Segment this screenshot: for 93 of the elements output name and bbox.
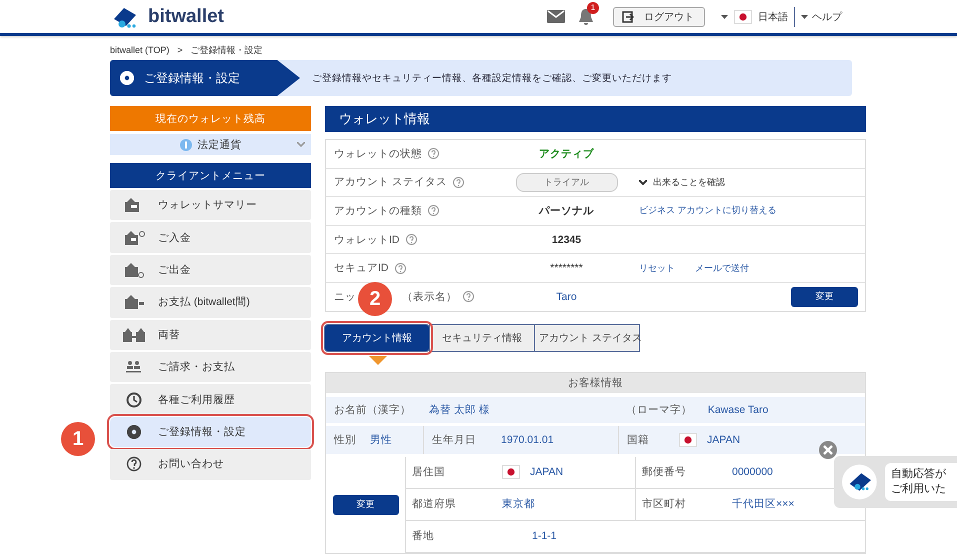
field-value: 東京都 (502, 497, 535, 512)
field-value: 1-1-1 (532, 530, 557, 542)
step-marker: 2 (358, 282, 392, 316)
japan-flag-icon (734, 10, 752, 24)
field-label: ニッ (334, 290, 356, 304)
field-label: 郵便番号 (642, 465, 687, 480)
sidebar-item[interactable]: ご登録情報・設定 (110, 416, 311, 448)
field-value: ******** (550, 262, 583, 274)
mail-icon[interactable] (547, 10, 565, 23)
field-value: JAPAN (530, 466, 564, 478)
field-value: 千代田区××× (732, 497, 794, 512)
sidebar-item[interactable]: ウォレットサマリー (110, 190, 311, 220)
wallet-icon (123, 262, 145, 278)
field-value: JAPAN (707, 434, 740, 446)
field-label: アカウント ステイタス (334, 175, 447, 190)
help-icon (452, 176, 464, 188)
field-label: 市区町村 (642, 497, 687, 512)
breadcrumb-link[interactable]: bitwallet (TOP) (110, 45, 170, 55)
logo-text: bitwallet (148, 6, 224, 28)
help-menu[interactable]: ヘルプ (801, 10, 842, 24)
field-value: 男性 (370, 432, 392, 447)
japan-flag-icon (502, 465, 520, 480)
language-selector[interactable]: 日本語 (721, 10, 788, 24)
sidebar-item[interactable]: ご入金 (110, 222, 311, 253)
field-label: 居住国 (412, 465, 446, 480)
sidebar-item[interactable]: ご請求・お支払 (110, 352, 311, 382)
wallet-icon (123, 294, 145, 310)
chevron-icon (297, 142, 305, 147)
help-icon (406, 234, 416, 246)
section-header: お客様情報 (326, 372, 865, 393)
balance-header: 現在のウォレット残高 (110, 106, 311, 131)
field-value: 0000000 (732, 466, 773, 478)
close-icon[interactable] (818, 440, 838, 460)
status-value: アクティブ (539, 146, 594, 161)
help-icon (463, 291, 474, 302)
field-value: 為替 太郎 様 (429, 402, 490, 417)
chat-avatar-icon (842, 464, 877, 500)
tab[interactable]: セキュリティ情報 (429, 324, 535, 352)
field-label: （ローマ字） (626, 402, 693, 417)
section-title: ウォレット情報 (325, 106, 866, 132)
help-icon (428, 148, 439, 160)
sidebar-item[interactable]: お支払 (bitwallet間) (110, 287, 311, 318)
nickname-link[interactable]: Taro (556, 290, 577, 303)
field-label: ウォレットID (334, 232, 400, 247)
field-value: 1970.01.01 (501, 434, 554, 446)
currency-dropdown[interactable]: 法定通貨 (110, 134, 311, 155)
menu-header: クライアントメニュー (110, 163, 311, 188)
field-label: お名前（漢字） (334, 402, 412, 417)
text-link[interactable]: ビジネス アカウントに切り替える (639, 204, 777, 218)
text-link[interactable]: メールで送付 (695, 262, 749, 275)
logout-icon (622, 10, 634, 22)
expand-toggle[interactable]: 出来ることを確認 (639, 176, 725, 189)
field-label: ウォレットの状態 (334, 146, 422, 161)
chat-text: 自動応答が (890, 467, 947, 482)
caret-icon (801, 14, 808, 18)
wallet-icon (123, 230, 145, 246)
field-label: 都道府県 (412, 497, 457, 512)
field-label: 国籍 (627, 432, 649, 447)
breadcrumb-current: ご登録情報・設定 (190, 44, 263, 56)
logout-button[interactable]: ログアウト (613, 6, 705, 26)
field-value: 12345 (552, 234, 582, 246)
sidebar-item[interactable]: 両替 (110, 320, 311, 350)
page-description: ご登録情報やセキュリティー情報、各種設定情報をご確認、ご変更いただけます (312, 72, 672, 86)
japan-flag-icon (679, 432, 697, 447)
field-label: 生年月日 (432, 432, 476, 447)
notification-badge: 1 (587, 2, 599, 14)
tab[interactable]: アカウント情報 (324, 324, 430, 352)
sidebar-item[interactable]: お問い合わせ (110, 449, 311, 480)
wallets-icon (123, 326, 145, 343)
help-icon (428, 205, 439, 216)
caret-icon (721, 14, 728, 18)
field-value: パーソナル (539, 204, 594, 218)
breadcrumb-separator: > (177, 45, 183, 55)
text-link[interactable]: リセット (639, 262, 675, 275)
field-label: アカウントの種類 (334, 204, 422, 218)
field-label: （表示名） (402, 290, 457, 304)
chevron-icon (639, 180, 647, 185)
field-label: 性別 (334, 432, 356, 447)
chat-text: ご利用いた (890, 482, 947, 497)
settings-icon (120, 71, 134, 85)
change-button[interactable]: 変更 (332, 494, 398, 515)
change-button[interactable]: 変更 (791, 286, 858, 307)
status-pill: トライアル (516, 172, 618, 192)
field-value: Kawase Taro (708, 404, 768, 416)
step-marker: 1 (61, 422, 95, 456)
pointer-icon (369, 356, 387, 365)
field-label: 番地 (412, 529, 435, 544)
help-icon (394, 262, 406, 274)
sidebar-item[interactable]: ご出金 (110, 254, 311, 286)
dollar-icon (180, 138, 192, 150)
sidebar-item[interactable]: 各種ご利用履歴 (110, 384, 311, 415)
field-label: セキュアID (334, 261, 388, 276)
page-title: ご登録情報・設定 (144, 70, 240, 86)
